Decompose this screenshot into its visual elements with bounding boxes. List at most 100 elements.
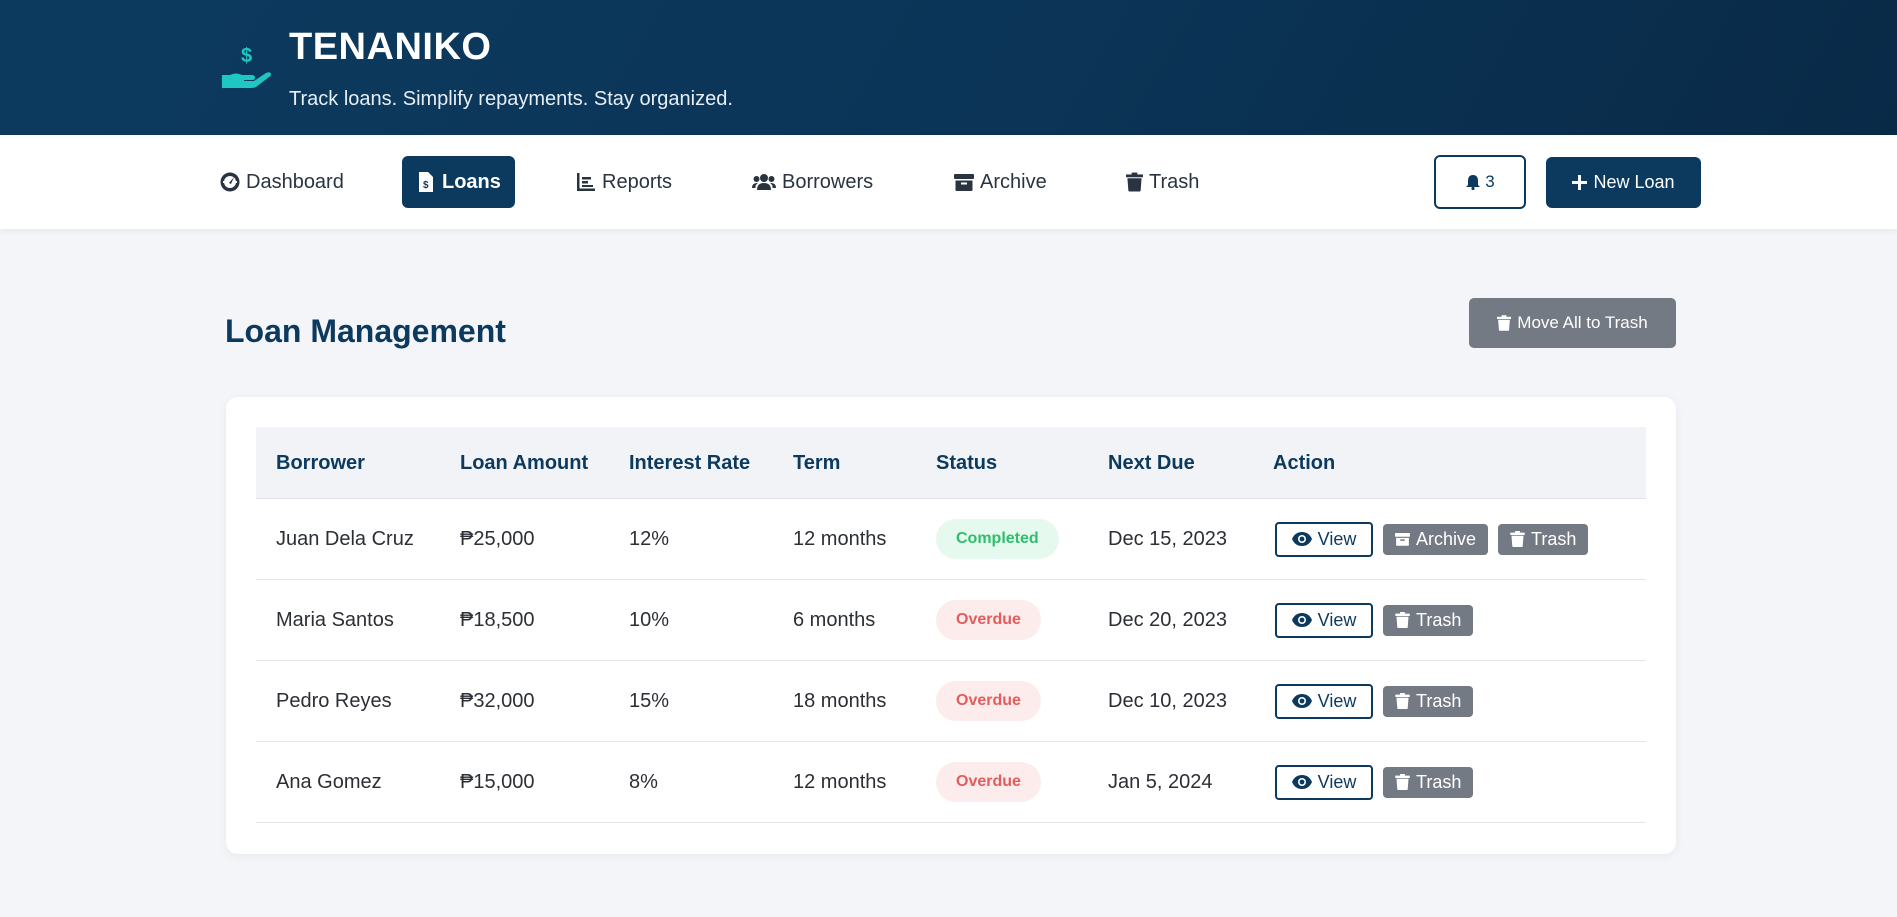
trash-button[interactable]: Trash: [1383, 766, 1474, 798]
table-header: Borrower Loan Amount Interest Rate Term …: [256, 427, 1646, 499]
archive-button[interactable]: Archive: [1383, 523, 1489, 555]
users-icon: [752, 174, 776, 190]
amount-cell: ₱32,000: [460, 689, 535, 712]
trash-icon: [1497, 315, 1512, 331]
nav-item-loans[interactable]: $ Loans: [402, 156, 515, 208]
trash-icon: [1395, 612, 1410, 628]
view-label: View: [1317, 528, 1357, 549]
trash-label: Trash: [1416, 690, 1462, 711]
loans-table: Borrower Loan Amount Interest Rate Term …: [256, 427, 1646, 823]
table-row: Juan Dela Cruz ₱25,000 12% 12 months Com…: [256, 499, 1646, 580]
move-all-label: Move All to Trash: [1517, 313, 1648, 332]
term-cell: 12 months: [793, 527, 887, 550]
view-label: View: [1317, 771, 1357, 792]
svg-text:$: $: [423, 180, 429, 191]
status-badge: Overdue: [936, 600, 1041, 640]
view-label: View: [1317, 690, 1357, 711]
tagline: Track loans. Simplify repayments. Stay o…: [289, 88, 733, 110]
rate-cell: 12%: [629, 527, 670, 550]
svg-text:$: $: [241, 45, 252, 67]
view-button[interactable]: View: [1275, 521, 1373, 557]
nav-label: Trash: [1149, 170, 1200, 193]
rate-cell: 8%: [629, 770, 658, 793]
nav-item-dashboard[interactable]: Dashboard: [206, 156, 358, 208]
trash-label: Trash: [1416, 609, 1462, 630]
trash-icon: [1395, 774, 1410, 790]
column-header-interest-rate: Interest Rate: [629, 451, 751, 474]
move-all-to-trash-button[interactable]: Move All to Trash: [1469, 298, 1676, 348]
notifications-button[interactable]: 3: [1434, 155, 1526, 209]
column-header-next-due: Next Due: [1108, 451, 1195, 474]
trash-button[interactable]: Trash: [1383, 604, 1474, 636]
column-header-action: Action: [1273, 451, 1336, 474]
amount-cell: ₱15,000: [460, 770, 535, 793]
nav-label: Loans: [442, 170, 501, 193]
borrower-cell: Maria Santos: [276, 608, 394, 631]
gauge-icon: [220, 172, 240, 192]
chart-icon: [577, 173, 595, 191]
column-header-loan-amount: Loan Amount: [460, 451, 589, 474]
status-cell: Overdue: [936, 580, 1041, 660]
rate-cell: 10%: [629, 608, 670, 631]
column-header-term: Term: [793, 451, 841, 474]
nav-item-archive[interactable]: Archive: [940, 156, 1061, 208]
trash-icon: [1510, 531, 1525, 547]
loans-card: Borrower Loan Amount Interest Rate Term …: [226, 397, 1676, 854]
page-title: Loan Management: [225, 313, 506, 349]
column-header-borrower: Borrower: [276, 451, 365, 474]
brand-name: TENANIKO: [289, 26, 492, 68]
archive-label: Archive: [1416, 528, 1477, 549]
trash-icon: [1395, 693, 1410, 709]
nav-label: Reports: [602, 170, 673, 193]
nav-item-trash[interactable]: Trash: [1112, 156, 1213, 208]
archive-icon: [954, 174, 974, 191]
amount-cell: ₱25,000: [460, 527, 535, 550]
next-due-cell: Jan 5, 2024: [1108, 770, 1213, 793]
trash-label: Trash: [1416, 771, 1462, 792]
status-badge: Overdue: [936, 681, 1041, 721]
status-cell: Overdue: [936, 742, 1041, 822]
trash-icon: [1126, 172, 1143, 192]
trash-button[interactable]: Trash: [1498, 523, 1589, 555]
action-cell: View Archive Trash: [1275, 499, 1589, 579]
borrower-cell: Ana Gomez: [276, 770, 382, 793]
new-loan-label: New Loan: [1593, 172, 1675, 192]
app-header: $ TENANIKO Track loans. Simplify repayme…: [0, 0, 1897, 135]
nav-bar: Dashboard $ Loans Reports Borrowers Arch…: [0, 135, 1897, 229]
table-row: Maria Santos ₱18,500 10% 6 months Overdu…: [256, 580, 1646, 661]
column-header-status: Status: [936, 451, 998, 474]
archive-icon: [1395, 533, 1410, 546]
bell-icon: [1466, 175, 1481, 190]
borrower-cell: Pedro Reyes: [276, 689, 392, 712]
nav-label: Archive: [980, 170, 1047, 193]
rate-cell: 15%: [629, 689, 670, 712]
borrower-cell: Juan Dela Cruz: [276, 527, 414, 550]
eye-icon: [1291, 532, 1312, 546]
trash-label: Trash: [1531, 528, 1577, 549]
next-due-cell: Dec 15, 2023: [1108, 527, 1227, 550]
view-button[interactable]: View: [1275, 602, 1373, 638]
new-loan-button[interactable]: New Loan: [1546, 157, 1701, 208]
term-cell: 6 months: [793, 608, 876, 631]
next-due-cell: Dec 20, 2023: [1108, 608, 1227, 631]
eye-icon: [1291, 775, 1312, 789]
status-cell: Completed: [936, 499, 1059, 579]
view-button[interactable]: View: [1275, 683, 1373, 719]
status-badge: Overdue: [936, 762, 1041, 802]
nav-item-reports[interactable]: Reports: [562, 156, 686, 208]
nav-label: Dashboard: [246, 170, 344, 193]
hand-dollar-icon: $: [222, 45, 271, 88]
table-row: Pedro Reyes ₱32,000 15% 18 months Overdu…: [256, 661, 1646, 742]
nav-label: Borrowers: [782, 170, 874, 193]
file-invoice-dollar-icon: $: [419, 172, 433, 192]
eye-icon: [1291, 613, 1312, 627]
amount-cell: ₱18,500: [460, 608, 535, 631]
nav-item-borrowers[interactable]: Borrowers: [738, 156, 887, 208]
term-cell: 18 months: [793, 689, 887, 712]
status-badge: Completed: [936, 519, 1059, 559]
view-button[interactable]: View: [1275, 764, 1373, 800]
table-row: Ana Gomez ₱15,000 8% 12 months Overdue J…: [256, 742, 1646, 823]
trash-button[interactable]: Trash: [1383, 685, 1474, 717]
action-cell: View Trash: [1275, 742, 1474, 822]
action-cell: View Trash: [1275, 661, 1474, 741]
